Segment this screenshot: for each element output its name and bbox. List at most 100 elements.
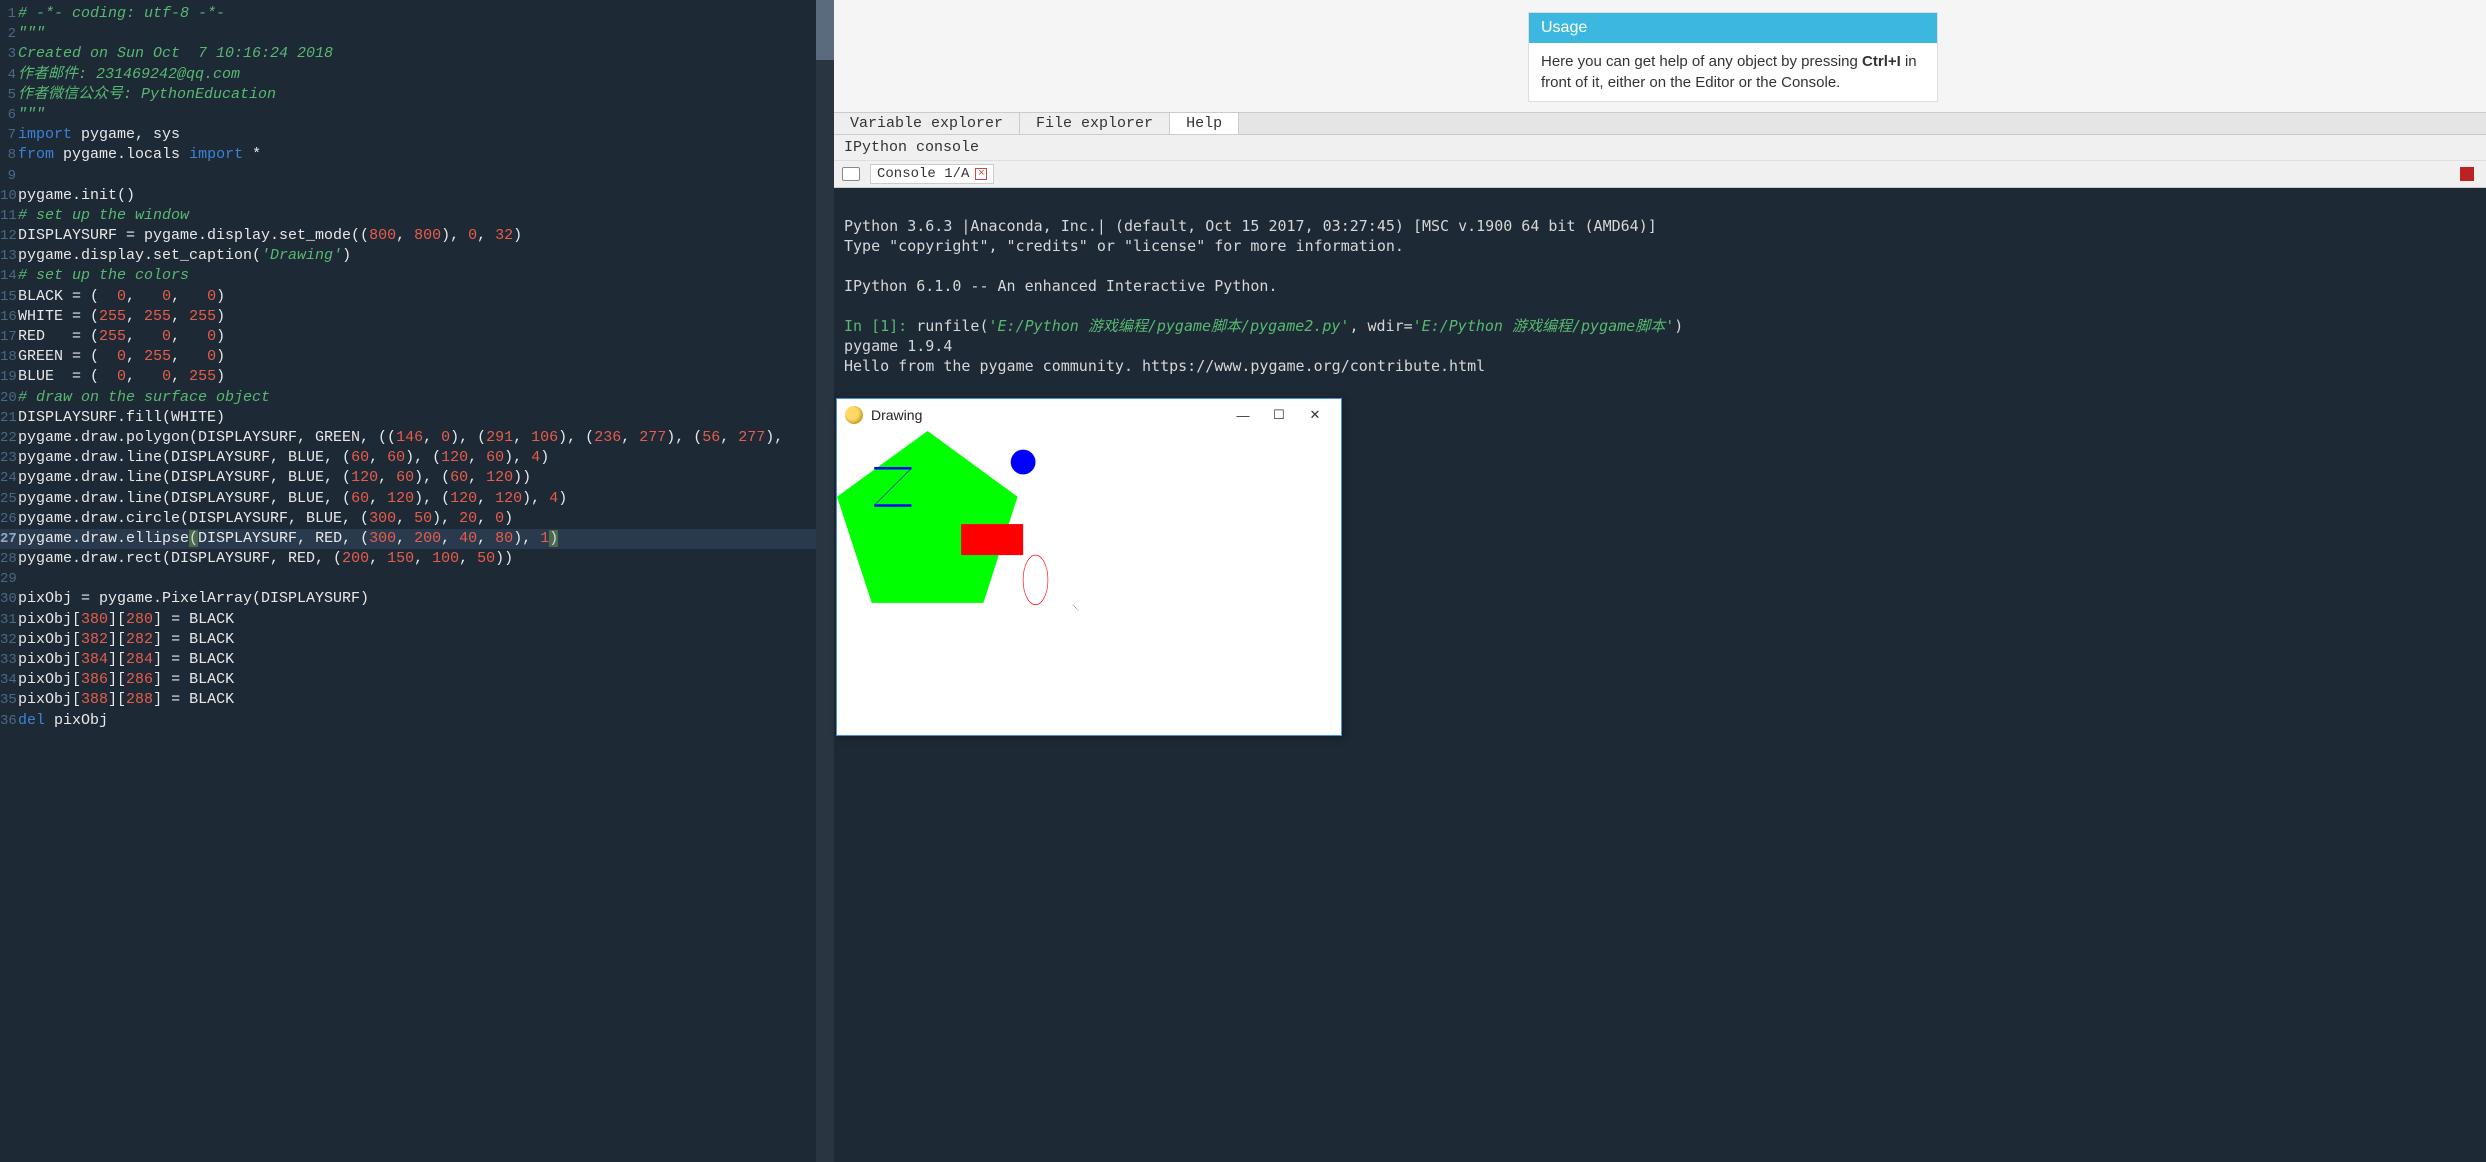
tab-file-explorer[interactable]: File explorer bbox=[1020, 113, 1170, 134]
code-editor[interactable]: 1# -*- coding: utf-8 -*-2"""3Created on … bbox=[0, 0, 834, 1162]
code-line[interactable]: 34pixObj[386][286] = BLACK bbox=[0, 670, 834, 690]
console-tab[interactable]: Console 1/A × bbox=[870, 164, 994, 184]
code-text: WHITE = (255, 255, 255) bbox=[18, 307, 225, 327]
code-line[interactable]: 15BLACK = ( 0, 0, 0) bbox=[0, 287, 834, 307]
pygame-window[interactable]: Drawing — ☐ ✕ bbox=[836, 398, 1342, 736]
code-text: # draw on the surface object bbox=[18, 388, 270, 408]
close-button[interactable]: ✕ bbox=[1297, 401, 1333, 429]
line-number: 12 bbox=[0, 226, 18, 246]
code-line[interactable]: 11# set up the window bbox=[0, 206, 834, 226]
console-title: IPython console bbox=[834, 135, 2486, 161]
code-text: """ bbox=[18, 105, 45, 125]
code-line[interactable]: 24pygame.draw.line(DISPLAYSURF, BLUE, (1… bbox=[0, 468, 834, 488]
code-line[interactable]: 18GREEN = ( 0, 255, 0) bbox=[0, 347, 834, 367]
code-text: pygame.display.set_caption('Drawing') bbox=[18, 246, 351, 266]
console-tabs-row: Console 1/A × bbox=[834, 161, 2486, 188]
usage-header: Usage bbox=[1529, 13, 1937, 43]
line-number: 22 bbox=[0, 428, 18, 448]
code-line[interactable]: 25pygame.draw.line(DISPLAYSURF, BLUE, (6… bbox=[0, 489, 834, 509]
panel-tabs: Variable explorer File explorer Help bbox=[834, 112, 2486, 135]
code-line[interactable]: 33pixObj[384][284] = BLACK bbox=[0, 650, 834, 670]
line-number: 3 bbox=[0, 44, 18, 64]
console-out-1: pygame 1.9.4 bbox=[844, 337, 952, 355]
line-number: 1 bbox=[0, 4, 18, 24]
code-text: import pygame, sys bbox=[18, 125, 180, 145]
maximize-button[interactable]: ☐ bbox=[1261, 401, 1297, 429]
code-line[interactable]: 32pixObj[382][282] = BLACK bbox=[0, 630, 834, 650]
code-line[interactable]: 26pygame.draw.circle(DISPLAYSURF, BLUE, … bbox=[0, 509, 834, 529]
line-number: 24 bbox=[0, 468, 18, 488]
code-text: pygame.draw.line(DISPLAYSURF, BLUE, (60,… bbox=[18, 448, 549, 468]
code-line[interactable]: 17RED = (255, 0, 0) bbox=[0, 327, 834, 347]
code-line[interactable]: 35pixObj[388][288] = BLACK bbox=[0, 690, 834, 710]
code-line[interactable]: 22pygame.draw.polygon(DISPLAYSURF, GREEN… bbox=[0, 428, 834, 448]
code-line[interactable]: 28pygame.draw.rect(DISPLAYSURF, RED, (20… bbox=[0, 549, 834, 569]
line-number: 13 bbox=[0, 246, 18, 266]
stop-icon[interactable] bbox=[2460, 167, 2474, 181]
code-line[interactable]: 23pygame.draw.line(DISPLAYSURF, BLUE, (6… bbox=[0, 448, 834, 468]
pygame-canvas bbox=[837, 431, 1341, 735]
usage-box: Usage Here you can get help of any objec… bbox=[1528, 12, 1938, 102]
code-line[interactable]: 21DISPLAYSURF.fill(WHITE) bbox=[0, 408, 834, 428]
line-number: 6 bbox=[0, 105, 18, 125]
code-line[interactable]: 36del pixObj bbox=[0, 711, 834, 731]
code-text: 作者邮件: 231469242@qq.com bbox=[18, 65, 240, 85]
line-number: 8 bbox=[0, 145, 18, 165]
code-text: pygame.draw.rect(DISPLAYSURF, RED, (200,… bbox=[18, 549, 513, 569]
code-text: GREEN = ( 0, 255, 0) bbox=[18, 347, 225, 367]
code-text: pixObj[386][286] = BLACK bbox=[18, 670, 234, 690]
console-path2: 'E:/Python 游戏编程/pygame脚本' bbox=[1413, 317, 1675, 335]
code-text: pygame.init() bbox=[18, 186, 135, 206]
code-line[interactable]: 10pygame.init() bbox=[0, 186, 834, 206]
code-text: pixObj = pygame.PixelArray(DISPLAYSURF) bbox=[18, 589, 369, 609]
code-line[interactable]: 20# draw on the surface object bbox=[0, 388, 834, 408]
console-prompt: In [1]: bbox=[844, 317, 916, 335]
code-line[interactable]: 31pixObj[380][280] = BLACK bbox=[0, 610, 834, 630]
code-line[interactable]: 3Created on Sun Oct 7 10:16:24 2018 bbox=[0, 44, 834, 64]
close-icon[interactable]: × bbox=[975, 168, 987, 180]
line-number: 26 bbox=[0, 509, 18, 529]
code-line[interactable]: 16WHITE = (255, 255, 255) bbox=[0, 307, 834, 327]
scrollbar-thumb[interactable] bbox=[816, 0, 834, 60]
code-text: RED = (255, 0, 0) bbox=[18, 327, 225, 347]
pygame-titlebar[interactable]: Drawing — ☐ ✕ bbox=[837, 399, 1341, 431]
code-line[interactable]: 2""" bbox=[0, 24, 834, 44]
code-line[interactable]: 27pygame.draw.ellipse(DISPLAYSURF, RED, … bbox=[0, 529, 834, 549]
code-line[interactable]: 5作者微信公众号: PythonEducation bbox=[0, 85, 834, 105]
line-number: 30 bbox=[0, 589, 18, 609]
folder-icon[interactable] bbox=[842, 167, 860, 181]
tab-help[interactable]: Help bbox=[1170, 113, 1239, 134]
minimize-button[interactable]: — bbox=[1225, 401, 1261, 429]
editor-scrollbar[interactable] bbox=[816, 0, 834, 1162]
code-text: 作者微信公众号: PythonEducation bbox=[18, 85, 276, 105]
code-line[interactable]: 4作者邮件: 231469242@qq.com bbox=[0, 65, 834, 85]
line-number: 11 bbox=[0, 206, 18, 226]
help-panel: Usage Here you can get help of any objec… bbox=[834, 0, 2486, 112]
code-line[interactable]: 19BLUE = ( 0, 0, 255) bbox=[0, 367, 834, 387]
line-number: 34 bbox=[0, 670, 18, 690]
code-text: pixObj[380][280] = BLACK bbox=[18, 610, 234, 630]
line-number: 29 bbox=[0, 569, 18, 589]
tab-variable-explorer[interactable]: Variable explorer bbox=[834, 113, 1020, 134]
code-line[interactable]: 8from pygame.locals import * bbox=[0, 145, 834, 165]
code-line[interactable]: 6""" bbox=[0, 105, 834, 125]
code-line[interactable]: 9 bbox=[0, 166, 834, 186]
console-banner-1: Python 3.6.3 |Anaconda, Inc.| (default, … bbox=[844, 217, 1657, 235]
code-text: """ bbox=[18, 24, 45, 44]
code-text: DISPLAYSURF.fill(WHITE) bbox=[18, 408, 225, 428]
line-number: 32 bbox=[0, 630, 18, 650]
line-number: 36 bbox=[0, 711, 18, 731]
line-number: 20 bbox=[0, 388, 18, 408]
code-text: DISPLAYSURF = pygame.display.set_mode((8… bbox=[18, 226, 522, 246]
code-line[interactable]: 13pygame.display.set_caption('Drawing') bbox=[0, 246, 834, 266]
code-line[interactable]: 12DISPLAYSURF = pygame.display.set_mode(… bbox=[0, 226, 834, 246]
code-line[interactable]: 14# set up the colors bbox=[0, 266, 834, 286]
code-line[interactable]: 30pixObj = pygame.PixelArray(DISPLAYSURF… bbox=[0, 589, 834, 609]
code-line[interactable]: 1# -*- coding: utf-8 -*- bbox=[0, 4, 834, 24]
code-text: pygame.draw.circle(DISPLAYSURF, BLUE, (3… bbox=[18, 509, 513, 529]
code-line[interactable]: 7import pygame, sys bbox=[0, 125, 834, 145]
line-number: 10 bbox=[0, 186, 18, 206]
console-banner-2: Type "copyright", "credits" or "license"… bbox=[844, 237, 1404, 255]
code-line[interactable]: 29 bbox=[0, 569, 834, 589]
line-number: 5 bbox=[0, 85, 18, 105]
